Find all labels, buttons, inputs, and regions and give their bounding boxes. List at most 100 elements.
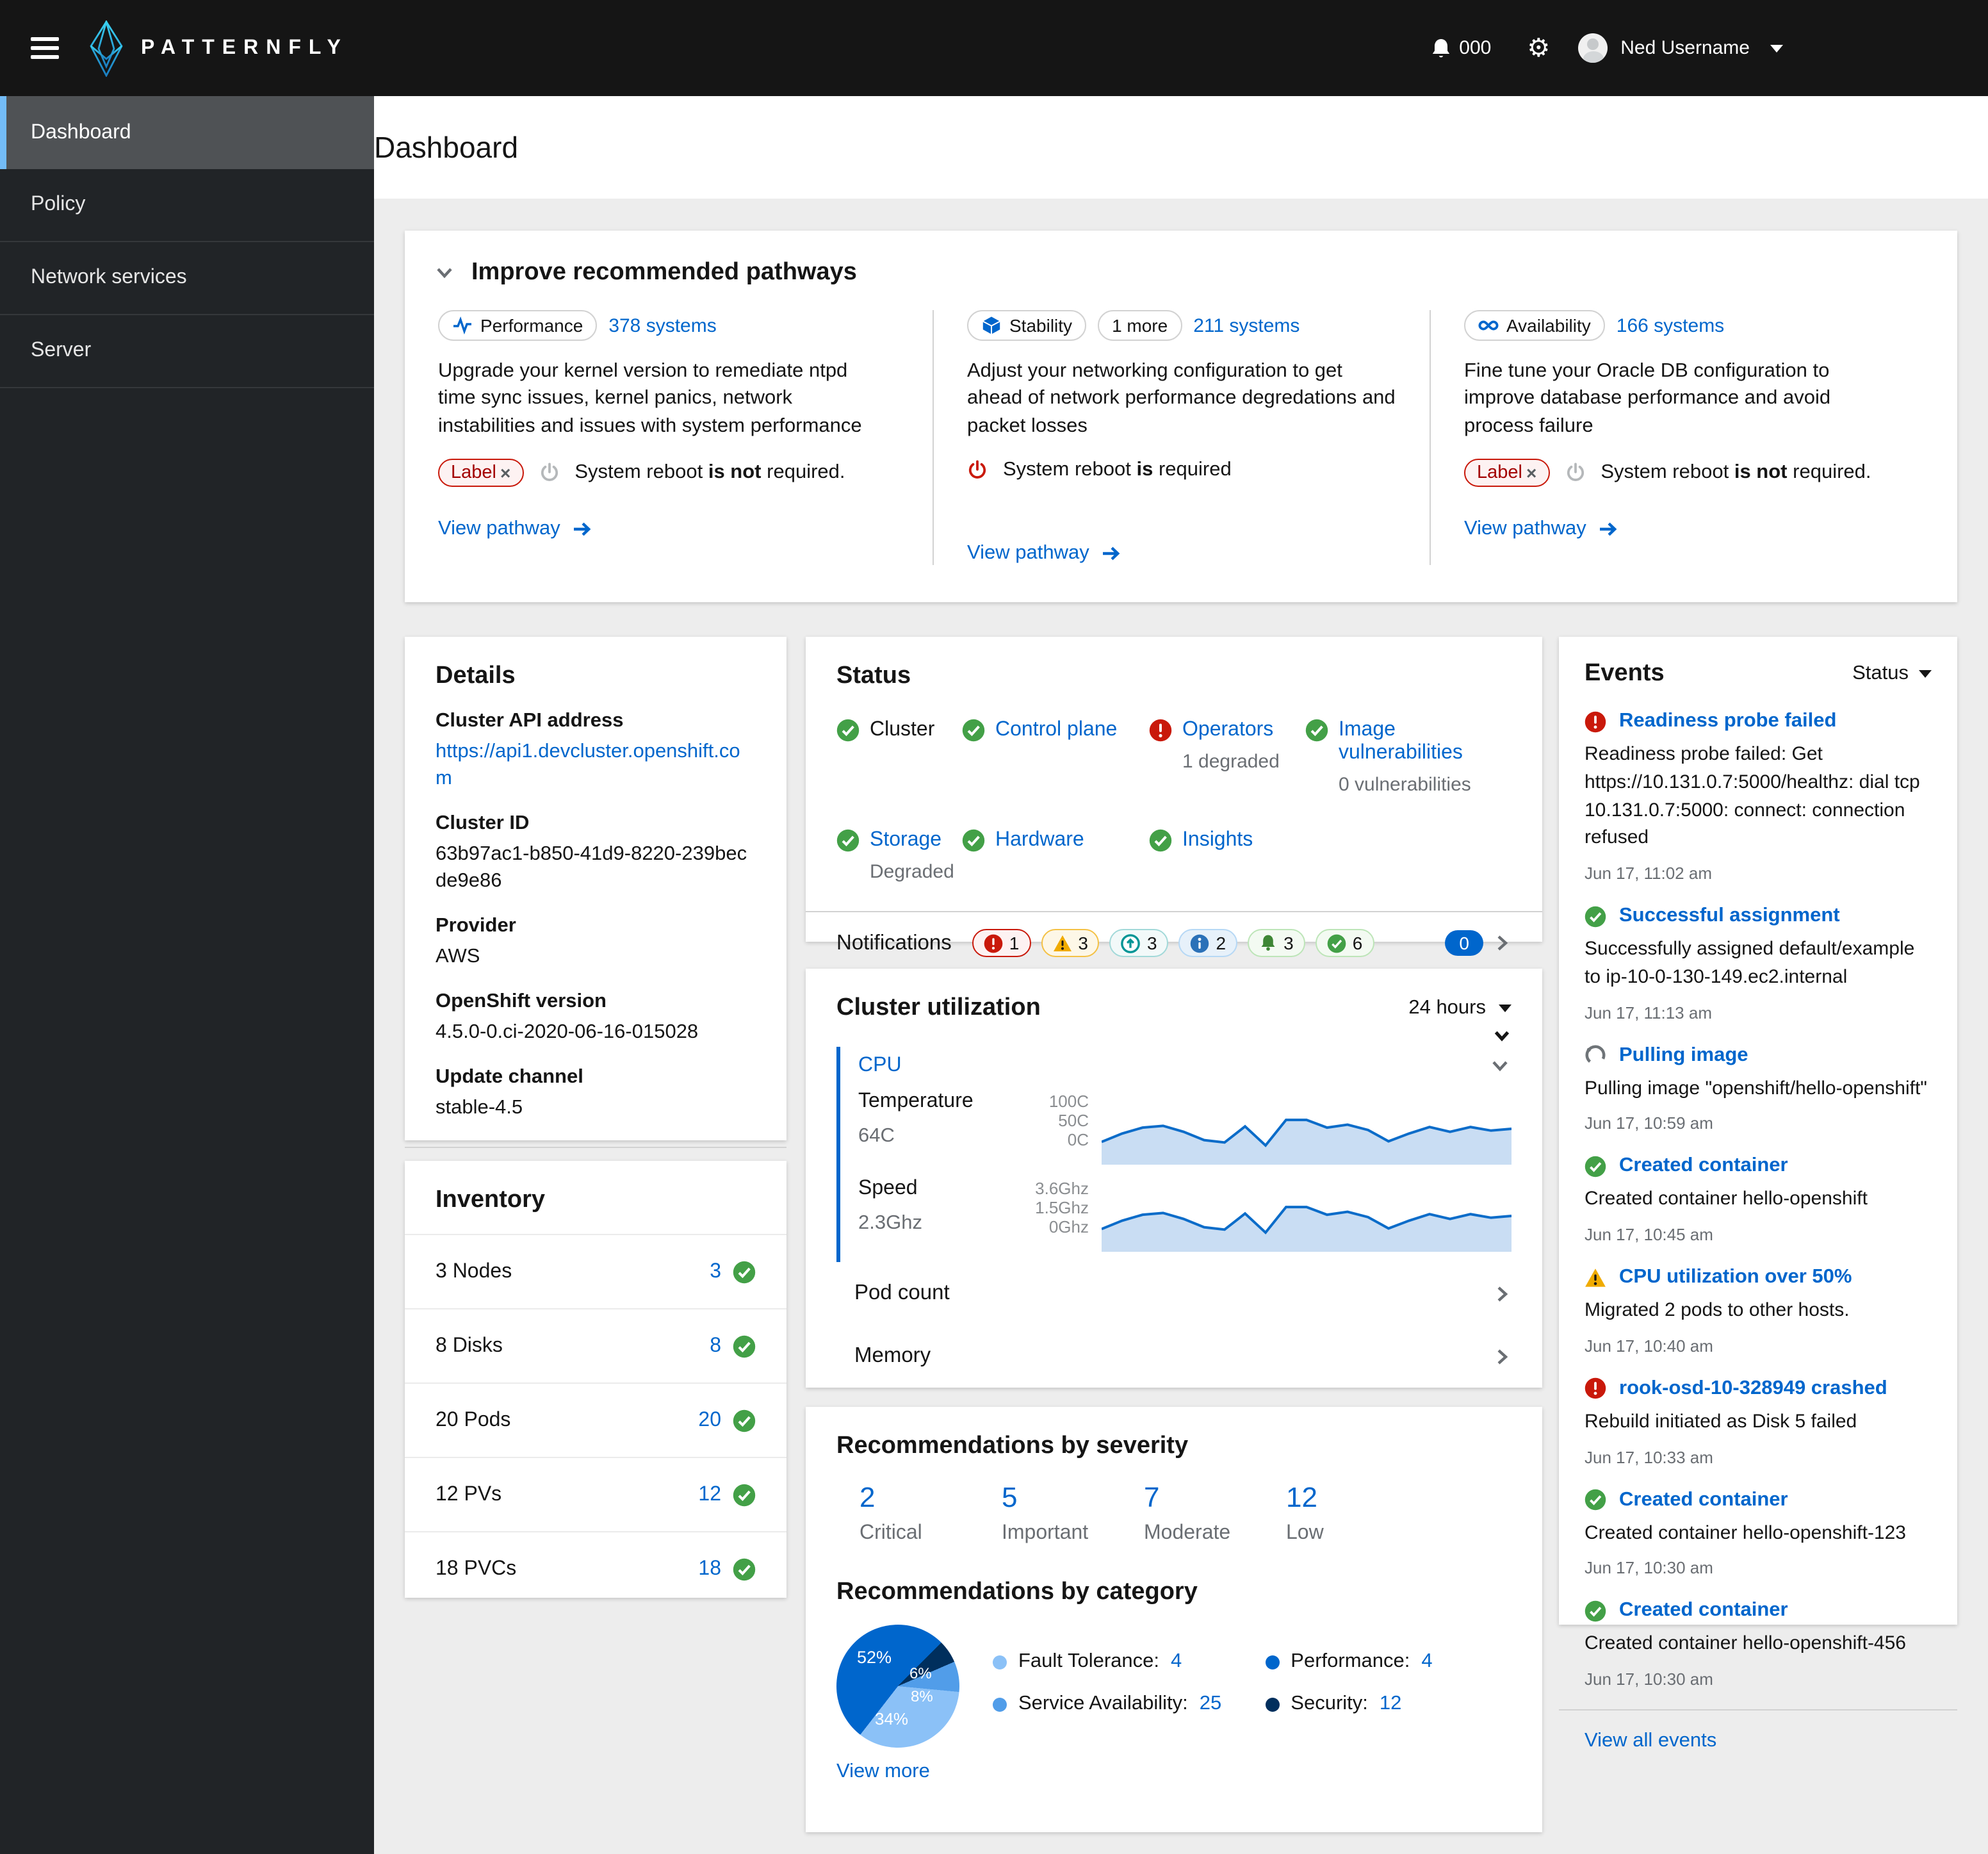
cpu-tab[interactable]: CPU: [858, 1054, 902, 1078]
arrow-right-icon: [1599, 520, 1618, 538]
severity-label: Important: [1002, 1522, 1089, 1544]
field-label: Provider: [436, 914, 516, 937]
event-title-link[interactable]: Created container: [1619, 1488, 1788, 1511]
sidebar-item-network-services[interactable]: Network services: [0, 242, 374, 315]
info-circle-icon: [1191, 933, 1209, 953]
check-circle-icon: [1585, 1155, 1606, 1177]
bell-icon: [1433, 38, 1450, 57]
event-description: Pulling image "openshift/hello-openshift…: [1585, 1077, 1927, 1099]
inventory-count-link[interactable]: 3: [710, 1260, 721, 1283]
notification-pill-success[interactable]: 6: [1315, 929, 1374, 957]
exclamation-circle-icon: [984, 933, 1003, 953]
legend-count-link[interactable]: 4: [1421, 1650, 1432, 1673]
notification-count-badge[interactable]: 0: [1445, 930, 1483, 956]
time-range-value: 24 hours: [1408, 997, 1486, 1019]
status-link[interactable]: Operators: [1182, 719, 1273, 741]
view-pathway-link[interactable]: View pathway: [1464, 518, 1586, 541]
nav-toggle-button[interactable]: [23, 29, 67, 67]
status-item-cluster: Cluster: [836, 719, 962, 796]
event-title-link[interactable]: rook-osd-10-328949 crashed: [1619, 1377, 1887, 1400]
check-circle-icon: [733, 1334, 756, 1358]
view-all-events-link[interactable]: View all events: [1585, 1730, 1716, 1751]
check-circle-icon: [733, 1260, 756, 1283]
check-circle-icon: [733, 1409, 756, 1432]
sidebar-item-dashboard[interactable]: Dashboard: [0, 96, 374, 169]
legend-dot: [1265, 1655, 1280, 1669]
notification-pill-danger[interactable]: 1: [972, 929, 1031, 957]
chevron-down-icon[interactable]: [1491, 1057, 1509, 1075]
legend-dot: [993, 1697, 1007, 1711]
pathways-card-title: Improve recommended pathways: [471, 259, 857, 286]
notification-pill-info[interactable]: 2: [1178, 929, 1238, 957]
event-title-link[interactable]: Successful assignment: [1619, 905, 1840, 928]
status-link[interactable]: Insights: [1182, 829, 1253, 852]
settings-button[interactable]: ⚙: [1527, 35, 1550, 61]
view-more-link[interactable]: View more: [836, 1760, 930, 1782]
sidebar-item-policy[interactable]: Policy: [0, 169, 374, 242]
status-link[interactable]: Hardware: [995, 829, 1084, 852]
inventory-count-link[interactable]: 20: [698, 1409, 721, 1432]
status-link[interactable]: Control plane: [995, 719, 1117, 742]
event-item: Created container Created container hell…: [1585, 1600, 1932, 1689]
inventory-row-pods: 20 Pods 20: [405, 1382, 786, 1457]
notification-pill-warning[interactable]: 3: [1041, 929, 1100, 957]
notification-pill-bell[interactable]: 3: [1248, 929, 1305, 957]
sidebar-item-label: Network services: [31, 267, 187, 288]
time-range-dropdown[interactable]: 24 hours: [1408, 997, 1511, 1020]
events-filter-dropdown[interactable]: Status: [1852, 662, 1932, 685]
systems-link[interactable]: 378 systems: [608, 315, 716, 336]
view-pathway-link[interactable]: View pathway: [438, 518, 560, 541]
field-value: 63b97ac1-b850-41d9-8220-239becde9e86: [436, 842, 747, 892]
notifications-row: Notifications 1 3 3 2 3 6 0: [806, 912, 1542, 974]
utilization-card-title: Cluster utilization: [836, 994, 1041, 1021]
event-title-link[interactable]: Created container: [1619, 1155, 1788, 1178]
legend-count-link[interactable]: 25: [1200, 1693, 1222, 1716]
inventory-count-link[interactable]: 18: [698, 1557, 721, 1580]
status-link[interactable]: Image vulnerabilities: [1339, 719, 1463, 764]
expand-chevron-icon[interactable]: [1492, 1028, 1511, 1044]
inventory-card-title: Inventory: [436, 1186, 546, 1213]
sidebar-item-server[interactable]: Server: [0, 315, 374, 388]
label-text: Label: [451, 463, 496, 484]
pod-count-row[interactable]: Pod count: [806, 1262, 1542, 1325]
event-title-link[interactable]: Pulling image: [1619, 1044, 1748, 1067]
critical-count-link[interactable]: 2: [860, 1481, 876, 1513]
page-header: Dashboard: [374, 96, 1988, 199]
systems-link[interactable]: 166 systems: [1617, 315, 1724, 336]
label-pill: Label ×: [1464, 459, 1550, 488]
status-link[interactable]: Storage: [870, 829, 941, 851]
severity-label: Critical: [860, 1522, 922, 1544]
notifications-bell-button[interactable]: 000: [1422, 35, 1499, 61]
pathway-description: Adjust your networking configuration to …: [967, 360, 1396, 437]
collapse-chevron-icon[interactable]: [436, 264, 453, 282]
pill-count: 6: [1352, 933, 1363, 953]
event-title-link[interactable]: CPU utilization over 50%: [1619, 1266, 1852, 1289]
event-title-link[interactable]: Readiness probe failed: [1619, 710, 1836, 733]
event-timestamp: Jun 17, 10:30 am: [1585, 1558, 1713, 1578]
notification-pill-upgrade[interactable]: 3: [1109, 929, 1169, 957]
pill-count: 3: [1078, 933, 1088, 953]
memory-row[interactable]: Memory: [806, 1325, 1542, 1388]
cluster-api-link[interactable]: https://api1.devcluster.openshift.com: [436, 741, 740, 789]
legend-dot: [993, 1655, 1007, 1669]
chevron-right-icon[interactable]: [1494, 934, 1511, 952]
power-icon: [968, 460, 986, 479]
important-count-link[interactable]: 5: [1002, 1481, 1018, 1513]
status-item-insights: Insights: [1149, 829, 1305, 883]
close-icon[interactable]: ×: [500, 463, 510, 483]
event-title-link[interactable]: Created container: [1619, 1600, 1788, 1623]
close-icon[interactable]: ×: [1526, 463, 1536, 483]
inventory-count-link[interactable]: 8: [710, 1334, 721, 1358]
legend-count-link[interactable]: 12: [1380, 1693, 1402, 1716]
moderate-count-link[interactable]: 7: [1144, 1481, 1160, 1513]
systems-link[interactable]: 211 systems: [1193, 315, 1300, 336]
event-description: Created container hello-openshift-456: [1585, 1632, 1906, 1655]
inventory-count-link[interactable]: 12: [698, 1483, 721, 1506]
view-pathway-link[interactable]: View pathway: [967, 542, 1089, 565]
status-card-title: Status: [836, 662, 911, 689]
tag-pill-more[interactable]: 1 more: [1098, 310, 1182, 341]
low-count-link[interactable]: 12: [1286, 1481, 1317, 1513]
gear-icon: ⚙: [1527, 34, 1551, 62]
legend-count-link[interactable]: 4: [1171, 1650, 1182, 1673]
user-menu[interactable]: Ned Username: [1578, 33, 1783, 63]
